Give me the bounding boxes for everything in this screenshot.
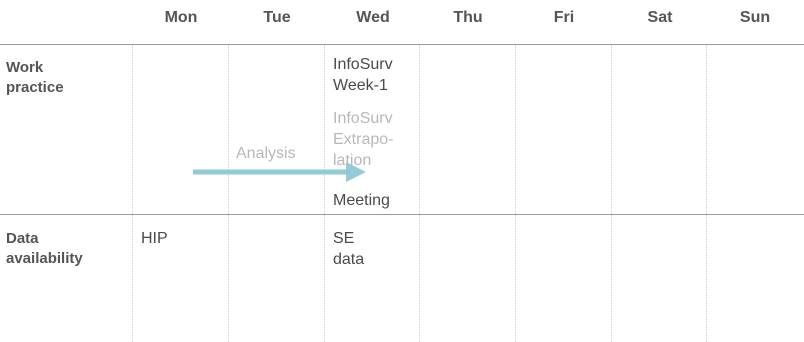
row-label-line: availability bbox=[6, 250, 83, 267]
event-hip: HIP bbox=[141, 230, 168, 247]
row-label-data-availability: Data availability bbox=[6, 229, 83, 269]
event-se-data: SE data bbox=[333, 228, 364, 270]
event-line: data bbox=[333, 251, 365, 268]
event-meeting: Meeting bbox=[333, 192, 390, 209]
event-line: SE bbox=[333, 230, 355, 247]
arrow-head bbox=[346, 162, 366, 182]
row-label-line: Data bbox=[6, 230, 39, 247]
analysis-arrow bbox=[193, 162, 366, 182]
